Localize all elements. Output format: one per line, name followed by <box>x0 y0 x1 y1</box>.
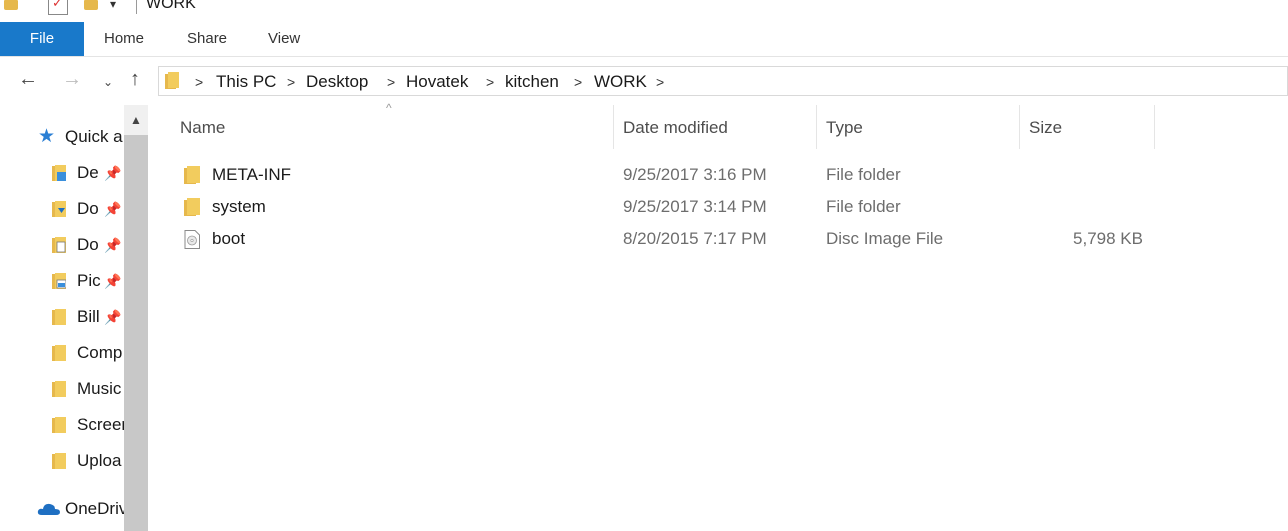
nav-item[interactable]: Uploa <box>0 446 124 476</box>
downloads-folder-icon <box>52 201 66 217</box>
folder-icon <box>165 72 179 89</box>
sort-ascending-icon: ^ <box>386 101 392 115</box>
desktop-folder-icon <box>52 165 66 181</box>
breadcrumb-hovatek[interactable]: Hovatek <box>406 71 468 93</box>
new-folder-icon[interactable] <box>84 0 98 10</box>
folder-icon <box>184 166 200 184</box>
documents-folder-icon <box>52 237 66 253</box>
file-name: META-INF <box>212 165 292 184</box>
file-name: system <box>212 197 266 216</box>
nav-item[interactable]: Bill 📌 <box>0 302 124 332</box>
nav-item[interactable]: Pic 📌 <box>0 266 124 296</box>
file-list: ^ Name Date modified Type Size META-INF … <box>148 101 1288 531</box>
disc-image-icon <box>184 230 200 249</box>
pictures-folder-icon <box>52 273 66 289</box>
forward-arrow-icon[interactable]: → <box>62 67 82 91</box>
breadcrumb-work[interactable]: WORK <box>594 71 647 93</box>
file-type: Disc Image File <box>826 229 944 248</box>
nav-item-label: Music <box>77 379 122 398</box>
nav-quick-access[interactable]: ★ Quick a <box>0 122 124 152</box>
column-header-date-modified[interactable]: Date modified <box>623 115 728 151</box>
navigation-bar: ← → ⌄ ↑ > This PC > Desktop > Hovatek > … <box>0 57 1288 105</box>
chevron-right-icon[interactable]: > <box>287 71 295 93</box>
column-divider[interactable] <box>816 105 817 149</box>
nav-quick-access-label: Quick a <box>65 127 123 146</box>
nav-item-label: De <box>77 163 99 182</box>
folder-icon <box>184 198 200 216</box>
breadcrumb-desktop[interactable]: Desktop <box>306 71 368 93</box>
customize-toolbar-dropdown-icon[interactable]: ▾ <box>110 0 116 11</box>
tab-view[interactable]: View <box>268 22 300 56</box>
properties-checkbox-icon[interactable]: ✓ <box>48 0 68 15</box>
nav-onedrive-label: OneDriv <box>65 499 124 518</box>
nav-item-label: Do <box>77 199 99 218</box>
column-divider[interactable] <box>1154 105 1155 149</box>
navpane-scrollbar[interactable]: ▲ <box>124 105 148 531</box>
file-type: File folder <box>826 165 901 184</box>
scroll-up-arrow-icon[interactable]: ▲ <box>124 105 148 135</box>
nav-item[interactable]: Screen <box>0 410 124 440</box>
folder-icon <box>52 417 66 433</box>
nav-item-label: Comp <box>77 343 123 362</box>
breadcrumb-this-pc[interactable]: This PC <box>216 71 276 93</box>
nav-item[interactable]: De 📌 <box>0 158 124 188</box>
nav-onedrive[interactable]: OneDriv <box>0 494 124 524</box>
back-arrow-icon[interactable]: ← <box>18 67 38 91</box>
column-header-type[interactable]: Type <box>826 115 863 151</box>
navigation-pane: ★ Quick a De 📌 Do 📌 Do 📌 Pic 📌 Bill 📌 Co… <box>0 105 124 531</box>
nav-item-label: Uploa <box>77 451 122 470</box>
pin-icon[interactable]: 📌 <box>104 158 121 188</box>
nav-item[interactable]: Do 📌 <box>0 194 124 224</box>
up-arrow-icon[interactable]: ↑ <box>130 67 140 91</box>
chevron-right-icon[interactable]: > <box>574 71 582 93</box>
window-title: WORK <box>146 0 196 12</box>
chevron-right-icon[interactable]: > <box>387 71 395 93</box>
tab-share[interactable]: Share <box>187 22 227 56</box>
tab-home[interactable]: Home <box>104 22 144 56</box>
nav-item-label: Bill <box>77 307 100 326</box>
tab-file[interactable]: File <box>0 22 84 56</box>
breadcrumb-kitchen[interactable]: kitchen <box>505 71 559 93</box>
file-date: 8/20/2015 7:17 PM <box>623 229 767 248</box>
folder-icon <box>52 453 66 469</box>
file-row[interactable]: boot 8/20/2015 7:17 PM Disc Image File 5… <box>148 223 1148 255</box>
recent-locations-chevron-icon[interactable]: ⌄ <box>103 70 113 94</box>
chevron-right-icon[interactable]: > <box>195 71 203 93</box>
nav-item-label: Screen <box>77 415 124 434</box>
pin-icon[interactable]: 📌 <box>104 266 121 296</box>
column-divider[interactable] <box>1019 105 1020 149</box>
cloud-icon <box>37 503 60 515</box>
file-size: 5,798 KB <box>1073 229 1143 248</box>
title-separator <box>136 0 137 14</box>
nav-item[interactable]: Comp <box>0 338 124 368</box>
file-name: boot <box>212 229 246 248</box>
file-type: File folder <box>826 197 901 216</box>
folder-icon <box>52 309 66 325</box>
column-header-name[interactable]: Name <box>180 115 225 151</box>
star-icon: ★ <box>38 126 56 147</box>
chevron-right-icon[interactable]: > <box>656 71 664 93</box>
file-row[interactable]: META-INF 9/25/2017 3:16 PM File folder <box>148 159 1148 191</box>
file-date: 9/25/2017 3:14 PM <box>623 197 767 216</box>
nav-item[interactable]: Music <box>0 374 124 404</box>
column-header-size[interactable]: Size <box>1029 115 1062 151</box>
column-divider[interactable] <box>613 105 614 149</box>
pin-icon[interactable]: 📌 <box>104 194 121 224</box>
title-bar: ✓ ▾ WORK <box>0 0 1288 20</box>
file-date: 9/25/2017 3:16 PM <box>623 165 767 184</box>
address-bar[interactable]: > This PC > Desktop > Hovatek > kitchen … <box>158 66 1288 96</box>
pin-icon[interactable]: 📌 <box>104 230 121 260</box>
nav-item-label: Do <box>77 235 99 254</box>
file-row[interactable]: system 9/25/2017 3:14 PM File folder <box>148 191 1148 223</box>
nav-item[interactable]: Do 📌 <box>0 230 124 260</box>
folder-icon <box>52 345 66 361</box>
ribbon-tabs: File Home Share View <box>0 20 1288 57</box>
folder-icon <box>52 381 66 397</box>
chevron-right-icon[interactable]: > <box>486 71 494 93</box>
nav-item-label: Pic <box>77 271 101 290</box>
quick-access-folder-icon[interactable] <box>4 0 18 10</box>
pin-icon[interactable]: 📌 <box>104 302 121 332</box>
